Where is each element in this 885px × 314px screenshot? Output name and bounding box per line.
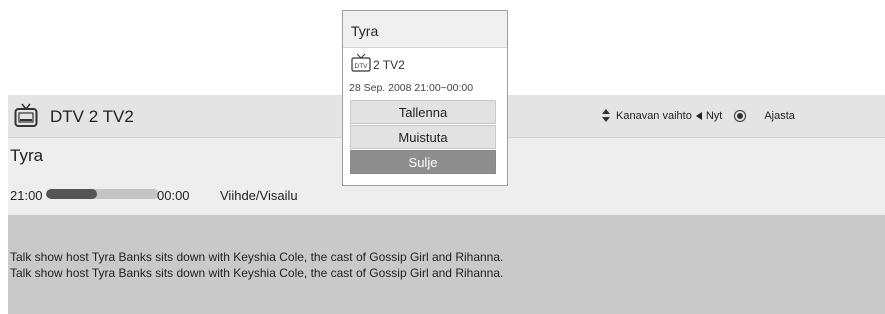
description-line: Talk show host Tyra Banks sits down with…: [10, 266, 504, 280]
genre: Viihde/Visailu: [220, 188, 298, 203]
program-description: Talk show host Tyra Banks sits down with…: [8, 215, 885, 314]
popup-header: Tyra: [343, 11, 507, 48]
popup-channel: 2 TV2: [373, 58, 405, 72]
program-title: Tyra: [10, 146, 44, 165]
hint-channel-change: Kanavan vaihto: [616, 110, 692, 122]
key-hints: Kanavan vaihto Nyt Ajasta: [602, 109, 795, 123]
description-line: Talk show host Tyra Banks sits down with…: [10, 250, 504, 264]
dtv-icon: DTV: [351, 53, 371, 72]
popup-title: Tyra: [351, 23, 379, 39]
left-arrow-icon: [695, 112, 702, 120]
channel-title: DTV 2 TV2: [50, 107, 134, 126]
end-time: 00:00: [157, 188, 190, 203]
up-down-arrows-icon: [602, 109, 610, 123]
popup-time: 28 Sep. 2008 21:00~00:00: [349, 82, 474, 94]
ok-button-icon: [734, 110, 747, 122]
remind-button[interactable]: Muistuta: [350, 125, 496, 149]
progress-fill: [46, 189, 97, 199]
program-options-popup: Tyra DTV 2 TV2 28 Sep. 2008 21:00~00:00 …: [342, 10, 508, 186]
tv-icon: [14, 103, 38, 127]
hint-now: Nyt: [705, 110, 723, 122]
hint-schedule: Ajasta: [764, 110, 795, 122]
progress-bar: [46, 189, 159, 199]
start-time: 21:00: [10, 188, 43, 203]
close-button[interactable]: Sulje: [350, 150, 496, 174]
record-button[interactable]: Tallenna: [350, 100, 496, 124]
dtv-badge-text: DTV: [355, 63, 369, 70]
